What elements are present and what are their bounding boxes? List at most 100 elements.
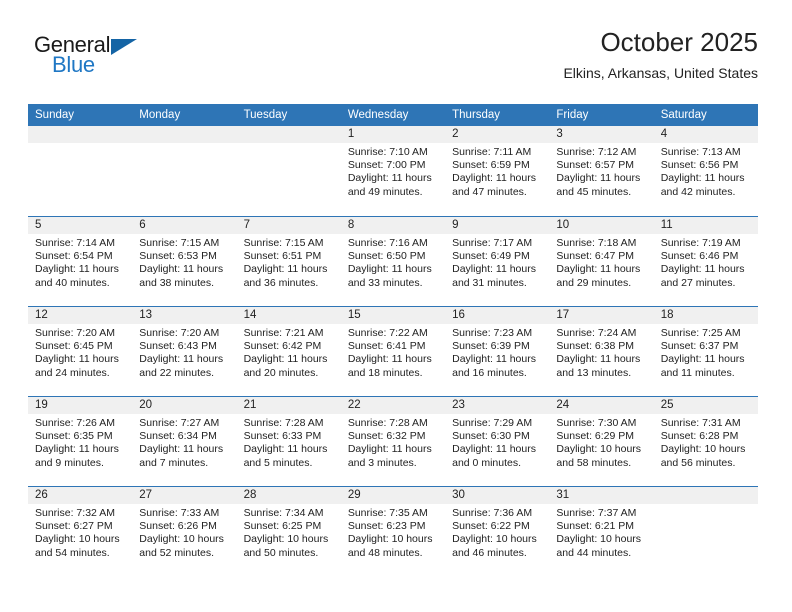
sunset-text: Sunset: 6:50 PM [347,250,426,263]
day-cell[interactable]: 1 Sunrise: 7:10 AM Sunset: 7:00 PM Daylight… [340,126,446,216]
day-cell[interactable]: 8 Sunrise: 7:16 AM Sunset: 6:50 PM Daylight… [340,217,446,306]
day-cell[interactable]: 16 Sunrise: 7:23 AM Sunset: 6:39 PM Dayligh… [445,307,550,396]
day-cell[interactable]: 25 Sunrise: 7:31 AM Sunset: 6:28 PM Dayligh… [653,397,758,486]
day-number: 1 [340,126,446,143]
day-cell[interactable]: 31 Sunrise: 7:37 AM Sunset: 6:21 PM Dayligh… [549,487,654,576]
sunrise-text: Sunrise: 7:26 AM [35,417,115,429]
sunset-text: Sunset: 6:23 PM [347,520,426,533]
daylight-text-line1: Daylight: 11 hours [139,443,224,456]
day-number: 14 [236,307,341,324]
day-cell[interactable]: 7 Sunrise: 7:15 AM Sunset: 6:51 PM Daylight… [236,217,341,306]
day-cell[interactable]: 15 Sunrise: 7:22 AM Sunset: 6:41 PM Dayligh… [340,307,446,396]
day-cell[interactable]: 27 Sunrise: 7:33 AM Sunset: 6:26 PM Dayligh… [132,487,237,576]
day-sun-info: Sunrise: 7:30 AM Sunset: 6:29 PM Daylight:… [549,414,653,470]
logo-text-blue: Blue [52,52,95,77]
day-cell[interactable]: 6 Sunrise: 7:15 AM Sunset: 6:53 PM Daylight… [132,217,237,306]
sunset-text: Sunset: 6:39 PM [452,340,530,353]
sunrise-text: Sunrise: 7:31 AM [660,417,741,429]
sunset-text: Sunset: 6:38 PM [556,340,635,353]
day-cell[interactable]: 14 Sunrise: 7:21 AM Sunset: 6:42 PM Dayligh… [236,307,341,396]
day-sun-info: Sunrise: 7:32 AM Sunset: 6:27 PM Daylight:… [28,504,132,560]
day-number: 25 [653,397,758,414]
day-cell[interactable]: 18 Sunrise: 7:25 AM Sunset: 6:37 PM Dayligh… [653,307,758,396]
sunrise-text: Sunrise: 7:28 AM [243,417,324,429]
day-cell[interactable]: 5 Sunrise: 7:14 AM Sunset: 6:54 PM Daylight… [28,217,133,306]
daylight-text-line2: and 13 minutes. [556,366,632,379]
sunrise-text: Sunrise: 7:19 AM [660,237,741,249]
day-cell[interactable]: 20 Sunrise: 7:27 AM Sunset: 6:34 PM Dayligh… [132,397,237,486]
triangle-icon [111,39,137,55]
day-sun-info: Sunrise: 7:15 AM Sunset: 6:51 PM Daylight:… [237,234,341,290]
day-sun-info: Sunrise: 7:22 AM Sunset: 6:41 PM Daylight:… [341,324,445,380]
sunset-text: Sunset: 6:43 PM [139,340,217,353]
day-cell[interactable]: 24 Sunrise: 7:30 AM Sunset: 6:29 PM Dayligh… [549,397,654,486]
day-number: 9 [445,217,550,234]
sunset-text: Sunset: 6:21 PM [556,520,635,533]
day-number [28,126,133,143]
day-cell[interactable]: 10 Sunrise: 7:18 AM Sunset: 6:47 PM Dayligh… [549,217,654,306]
daylight-text-line2: and 56 minutes. [660,456,736,469]
day-sun-info: Sunrise: 7:13 AM Sunset: 6:56 PM Daylight:… [654,143,758,199]
day-number: 18 [653,307,758,324]
day-cell[interactable]: 13 Sunrise: 7:20 AM Sunset: 6:43 PM Dayligh… [132,307,237,396]
generalblue-logo[interactable]: General Blue [34,32,154,82]
day-cell[interactable]: 11 Sunrise: 7:19 AM Sunset: 6:46 PM Dayligh… [653,217,758,306]
day-sun-info: Sunrise: 7:21 AM Sunset: 6:42 PM Daylight:… [237,324,341,380]
day-cell[interactable]: 9 Sunrise: 7:17 AM Sunset: 6:49 PM Daylight… [445,217,550,306]
sunset-text: Sunset: 6:54 PM [35,250,113,263]
weekday-saturday: Saturday [660,109,707,121]
day-number [132,126,237,143]
day-cell[interactable]: 26 Sunrise: 7:32 AM Sunset: 6:27 PM Dayligh… [28,487,133,576]
daylight-text-line1: Daylight: 11 hours [243,443,328,456]
sunset-text: Sunset: 6:47 PM [556,250,635,263]
daylight-text-line1: Daylight: 11 hours [452,353,536,366]
weekday-monday: Monday [139,109,181,121]
weekday-tuesday: Tuesday [243,109,288,121]
day-cell[interactable]: 28 Sunrise: 7:34 AM Sunset: 6:25 PM Dayligh… [236,487,341,576]
day-cell[interactable]: 22 Sunrise: 7:28 AM Sunset: 6:32 PM Dayligh… [340,397,446,486]
sunset-text: Sunset: 6:41 PM [347,340,426,353]
day-sun-info: Sunrise: 7:24 AM Sunset: 6:38 PM Daylight:… [549,324,653,380]
day-cell[interactable]: 4 Sunrise: 7:13 AM Sunset: 6:56 PM Daylight… [653,126,758,216]
day-sun-info: Sunrise: 7:26 AM Sunset: 6:35 PM Daylight:… [28,414,132,470]
daylight-text-line1: Daylight: 11 hours [347,172,432,185]
day-cell[interactable]: 2 Sunrise: 7:11 AM Sunset: 6:59 PM Daylight… [445,126,550,216]
weeks-container: 1 Sunrise: 7:10 AM Sunset: 7:00 PM Daylight… [28,126,758,576]
sunset-text: Sunset: 6:30 PM [452,430,530,443]
day-number: 13 [132,307,237,324]
daylight-text-line1: Daylight: 11 hours [556,353,641,366]
daylight-text-line2: and 11 minutes. [660,366,735,379]
day-cell[interactable]: 30 Sunrise: 7:36 AM Sunset: 6:22 PM Dayligh… [445,487,550,576]
day-cell[interactable]: 17 Sunrise: 7:24 AM Sunset: 6:38 PM Dayligh… [549,307,654,396]
day-number: 31 [549,487,654,504]
daylight-text-line2: and 44 minutes. [556,546,632,559]
sunrise-text: Sunrise: 7:34 AM [243,507,324,519]
day-sun-info: Sunrise: 7:33 AM Sunset: 6:26 PM Daylight:… [132,504,236,560]
day-cell-empty [28,126,133,216]
day-cell[interactable]: 19 Sunrise: 7:26 AM Sunset: 6:35 PM Dayligh… [28,397,133,486]
day-cell[interactable]: 23 Sunrise: 7:29 AM Sunset: 6:30 PM Dayligh… [445,397,550,486]
day-sun-info: Sunrise: 7:31 AM Sunset: 6:28 PM Daylight:… [654,414,758,470]
day-number [236,126,341,143]
week-row: 1 Sunrise: 7:10 AM Sunset: 7:00 PM Daylight… [28,126,758,216]
daylight-text-line1: Daylight: 11 hours [243,263,328,276]
daylight-text-line2: and 47 minutes. [452,185,527,198]
sunrise-text: Sunrise: 7:29 AM [452,417,533,429]
day-cell[interactable]: 3 Sunrise: 7:12 AM Sunset: 6:57 PM Daylight… [549,126,654,216]
day-number: 19 [28,397,133,414]
day-sun-info: Sunrise: 7:23 AM Sunset: 6:39 PM Daylight:… [445,324,549,380]
sunrise-text: Sunrise: 7:16 AM [347,237,428,249]
day-cell[interactable]: 29 Sunrise: 7:35 AM Sunset: 6:23 PM Dayligh… [340,487,446,576]
day-number: 30 [445,487,550,504]
sunrise-text: Sunrise: 7:30 AM [556,417,637,429]
daylight-text-line1: Daylight: 11 hours [347,353,432,366]
day-cell[interactable]: 12 Sunrise: 7:20 AM Sunset: 6:45 PM Dayligh… [28,307,133,396]
daylight-text-line2: and 58 minutes. [556,456,632,469]
day-sun-info: Sunrise: 7:28 AM Sunset: 6:33 PM Daylight:… [237,414,341,470]
weekday-friday: Friday [556,109,589,121]
day-sun-info: Sunrise: 7:28 AM Sunset: 6:32 PM Daylight:… [341,414,445,470]
sunrise-text: Sunrise: 7:36 AM [452,507,533,519]
sunrise-text: Sunrise: 7:20 AM [35,327,115,339]
day-cell[interactable]: 21 Sunrise: 7:28 AM Sunset: 6:33 PM Dayligh… [236,397,341,486]
daylight-text-line1: Daylight: 10 hours [452,533,537,546]
